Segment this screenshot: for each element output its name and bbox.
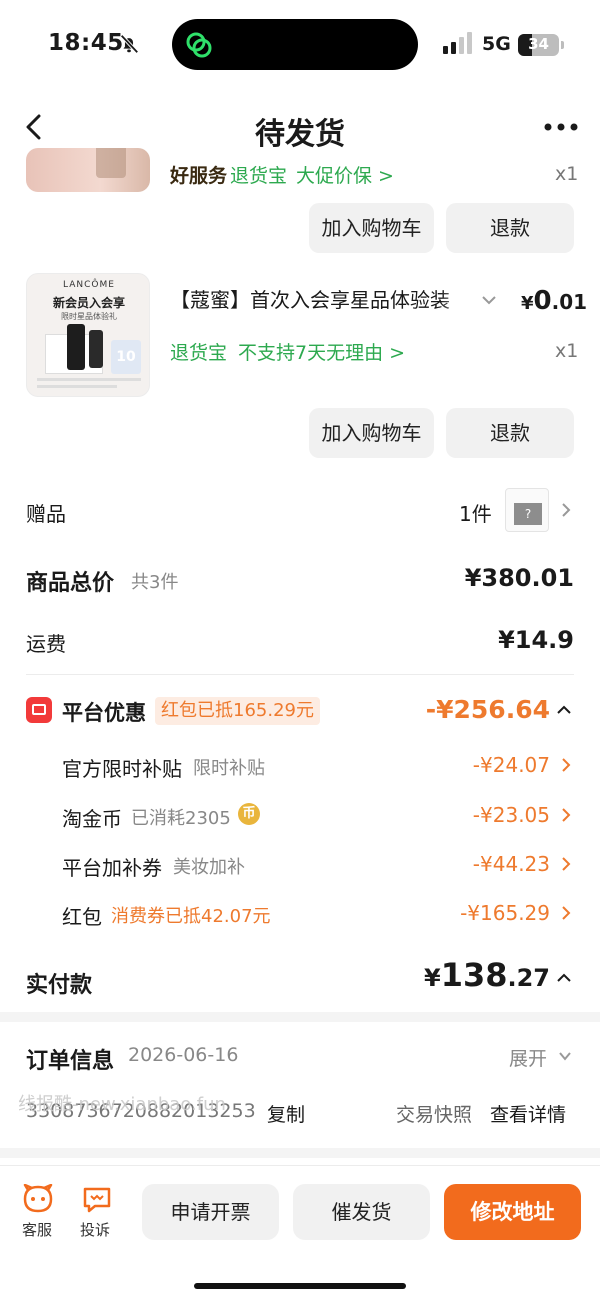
product-thumbnail[interactable] <box>26 148 150 192</box>
chevron-right-icon[interactable] <box>561 757 571 773</box>
gift-label: 赠品 <box>26 502 66 526</box>
return-insurance-tag: 退货宝 <box>170 342 228 364</box>
modify-address-button[interactable]: 修改地址 <box>444 1184 581 1240</box>
order-date: 2026-06-16 <box>128 1044 239 1066</box>
chevron-up-icon[interactable] <box>556 972 572 984</box>
view-details-link[interactable]: 查看详情 <box>490 1100 566 1127</box>
discount-item-value[interactable]: -¥44.23 <box>473 852 550 876</box>
order-info-label: 订单信息 <box>26 1049 115 1074</box>
return-insurance-tag: 退货宝 <box>230 165 288 187</box>
total-count: 共3件 <box>131 572 179 593</box>
chevron-down-icon[interactable] <box>558 1051 572 1061</box>
discount-item-value[interactable]: -¥24.07 <box>473 753 550 777</box>
customer-service-label[interactable]: 客服 <box>22 1219 52 1240</box>
coin-icon: 币 <box>238 803 260 825</box>
network-type: 5G <box>482 33 511 55</box>
add-to-cart-button[interactable]: 加入购物车 <box>309 408 434 458</box>
more-icon[interactable] <box>543 122 579 132</box>
platform-discount-label: 平台优惠 <box>62 701 146 725</box>
discount-item-sub: 美妆加补 <box>173 857 245 878</box>
chevron-up-icon[interactable] <box>556 704 572 716</box>
expand-button[interactable]: 展开 <box>509 1044 547 1071</box>
chevron-down-icon[interactable] <box>481 294 497 306</box>
refund-button[interactable]: 退款 <box>446 408 574 458</box>
return-policy-tag[interactable]: 不支持7天无理由 > <box>238 338 405 365</box>
complain-button[interactable] <box>82 1185 112 1215</box>
service-tag: 好服务 <box>170 165 228 187</box>
total-label: 商品总价 <box>26 571 115 596</box>
paid-label: 实付款 <box>26 973 93 998</box>
snapshot-link[interactable]: 交易快照 <box>396 1100 472 1127</box>
total-value: ¥380.01 <box>464 564 574 592</box>
customer-service-icon <box>23 1184 53 1213</box>
discount-item-label: 官方限时补贴 <box>62 757 182 781</box>
complain-label[interactable]: 投诉 <box>80 1219 110 1240</box>
discount-item-label: 淘金币 <box>62 807 122 831</box>
status-time: 18:45 <box>48 30 124 56</box>
discount-item-sub: 已消耗2305 <box>131 808 231 829</box>
shipping-value: ¥14.9 <box>498 626 574 654</box>
complain-icon <box>83 1187 111 1213</box>
chevron-right-icon[interactable] <box>561 502 571 518</box>
product-quantity: x1 <box>555 163 579 185</box>
red-envelope-icon <box>26 697 52 723</box>
bell-muted-icon <box>120 34 139 54</box>
paid-value: ¥138.27 <box>423 956 550 994</box>
product-quantity: x1 <box>555 340 579 362</box>
customer-service-button[interactable] <box>21 1184 55 1216</box>
discount-item-value[interactable]: -¥165.29 <box>460 901 550 925</box>
discount-item-label: 红包 <box>62 905 102 929</box>
link-rings-icon <box>186 32 212 58</box>
thumb-brand: LANCÔME <box>63 280 115 290</box>
chevron-right-icon[interactable] <box>561 905 571 921</box>
product-title[interactable]: 【蔻蜜】首次入会享星品体验装 <box>170 284 470 313</box>
home-indicator[interactable] <box>194 1283 406 1289</box>
signal-icon <box>443 32 472 54</box>
add-to-cart-button[interactable]: 加入购物车 <box>309 203 434 253</box>
discount-item-sub: 限时补贴 <box>193 758 265 779</box>
platform-discount-value: -¥256.64 <box>425 695 550 724</box>
chevron-right-icon[interactable] <box>561 856 571 872</box>
battery-icon: 34 <box>518 34 564 56</box>
product-thumbnail[interactable]: LANCÔME 新会员入会享 限时星品体验礼 10 <box>26 273 150 397</box>
apply-invoice-button[interactable]: 申请开票 <box>142 1184 279 1240</box>
shipping-label: 运费 <box>26 632 66 656</box>
red-packet-chip: 红包已抵165.29元 <box>155 697 320 725</box>
discount-item-value[interactable]: -¥23.05 <box>473 803 550 827</box>
gift-count[interactable]: 1件 <box>459 498 492 527</box>
price-protect-tag[interactable]: 大促价保 > <box>296 161 394 188</box>
thumb-line1: 新会员入会享 <box>52 296 125 310</box>
urge-shipping-button[interactable]: 催发货 <box>293 1184 430 1240</box>
thumb-line2: 限时星品体验礼 <box>61 312 117 321</box>
discount-item-label: 平台加补券 <box>62 856 162 880</box>
product-price: ¥0.01 <box>521 286 588 316</box>
refund-button[interactable]: 退款 <box>446 203 574 253</box>
chevron-right-icon[interactable] <box>561 807 571 823</box>
page-title: 待发货 <box>255 117 345 152</box>
copy-button[interactable]: 复制 <box>267 1100 305 1127</box>
discount-item-sub: 消费券已抵42.07元 <box>111 906 271 927</box>
watermark: 线报酷-new.xianbao.fun <box>18 1094 226 1115</box>
thumb-badge: 10 <box>111 340 141 374</box>
gift-thumbnail[interactable]: ? <box>505 488 549 532</box>
battery-level: 34 <box>528 35 549 53</box>
